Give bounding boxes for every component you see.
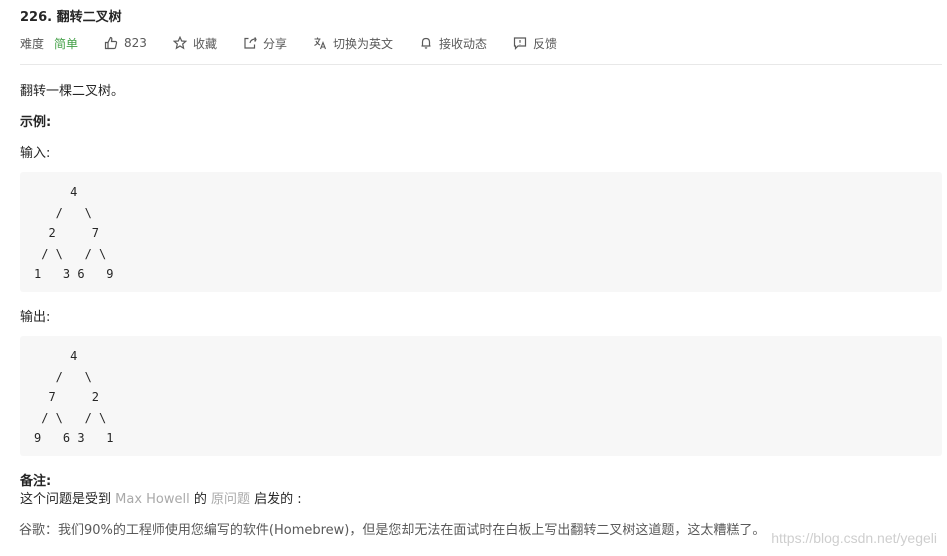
switch-language-button[interactable]: 切换为英文	[313, 35, 393, 52]
header-divider	[20, 64, 942, 65]
favorite-button[interactable]: 收藏	[172, 35, 217, 52]
favorite-label: 收藏	[192, 36, 217, 51]
switch-language-label: 切换为英文	[332, 36, 393, 51]
note-heading: 备注:	[20, 474, 52, 489]
problem-description: 翻转一棵二叉树。	[20, 84, 125, 99]
like-button[interactable]: 823	[104, 36, 147, 50]
star-icon	[172, 36, 187, 50]
subscribe-label: 接收动态	[438, 36, 487, 51]
original-problem-link[interactable]: 原问题	[211, 492, 250, 507]
share-label: 分享	[262, 36, 287, 51]
input-code-block: 4 / \ 2 7 / \ / \ 1 3 6 9	[20, 172, 942, 292]
note-text: 这个问题是受到 Max Howell 的 原问题 启发的 :	[20, 488, 302, 507]
problem-title: 226. 翻转二叉树	[20, 10, 122, 25]
note-prefix: 这个问题是受到	[20, 492, 116, 507]
input-label: 输入:	[20, 146, 51, 161]
share-icon	[244, 37, 257, 49]
difficulty-badge: 简单	[54, 36, 79, 51]
output-label: 输出:	[20, 310, 51, 325]
example-heading: 示例:	[20, 115, 52, 130]
bell-icon	[421, 37, 431, 49]
note-suffix: 启发的 :	[250, 492, 302, 507]
max-howell-link[interactable]: Max Howell	[115, 492, 190, 507]
feedback-label: 反馈	[533, 36, 558, 51]
problem-meta-bar: 难度 简单 823 收藏 分享 切换为英文 接收动态 反馈	[20, 34, 583, 52]
subscribe-button[interactable]: 接收动态	[419, 35, 487, 52]
translate-icon	[314, 37, 326, 50]
feedback-icon	[513, 37, 527, 50]
difficulty-label: 难度	[20, 36, 45, 51]
share-button[interactable]: 分享	[243, 35, 287, 52]
note-middle: 的	[189, 492, 211, 507]
quote-text: 谷歌：我们90%的工程师使用您编写的软件(Homebrew)，但是您却无法在面试…	[19, 523, 766, 538]
like-count: 823	[124, 36, 147, 50]
output-code-block: 4 / \ 7 2 / \ / \ 9 6 3 1	[20, 336, 942, 456]
thumbs-up-icon	[104, 36, 118, 50]
watermark-text: https://blog.csdn.net/yegeli	[771, 530, 937, 546]
feedback-button[interactable]: 反馈	[513, 35, 557, 52]
